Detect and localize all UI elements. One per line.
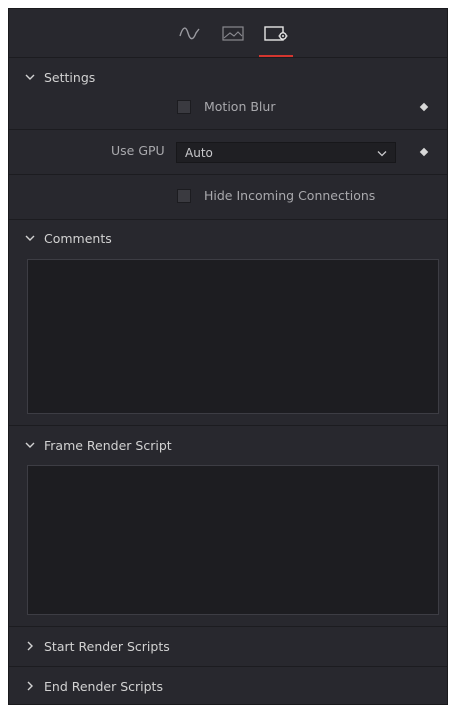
use-gpu-value: Auto bbox=[185, 145, 213, 160]
chevron-down-icon bbox=[24, 234, 36, 242]
divider bbox=[9, 425, 447, 426]
chevron-down-icon bbox=[24, 441, 36, 449]
start-render-scripts-section-header[interactable]: Start Render Scripts bbox=[9, 627, 447, 665]
motion-blur-keyframe-icon[interactable] bbox=[419, 102, 429, 112]
tab-curves[interactable] bbox=[176, 21, 204, 47]
inspector-panel: Settings Motion Blur Use GPU Auto Hide I… bbox=[8, 8, 448, 705]
comments-section-header[interactable]: Comments bbox=[9, 220, 447, 256]
end-render-scripts-section-header[interactable]: End Render Scripts bbox=[9, 667, 447, 705]
comments-section-title: Comments bbox=[44, 230, 112, 246]
use-gpu-keyframe-icon[interactable] bbox=[419, 147, 429, 157]
use-gpu-row: Use GPU Auto bbox=[9, 130, 447, 174]
active-tab-indicator bbox=[259, 55, 293, 57]
frame-render-script-textarea[interactable] bbox=[27, 465, 439, 615]
motion-blur-row: Motion Blur bbox=[9, 88, 447, 132]
frame-render-script-section-header[interactable]: Frame Render Script bbox=[9, 427, 447, 463]
hide-incoming-label: Hide Incoming Connections bbox=[204, 188, 376, 203]
hide-incoming-row: Hide Incoming Connections bbox=[9, 175, 447, 219]
chevron-right-icon bbox=[24, 641, 36, 651]
start-render-scripts-title: Start Render Scripts bbox=[44, 638, 170, 654]
tab-image[interactable] bbox=[219, 21, 247, 47]
chevron-down-icon bbox=[377, 146, 387, 160]
use-gpu-label: Use GPU bbox=[111, 143, 165, 158]
end-render-scripts-title: End Render Scripts bbox=[44, 678, 163, 694]
settings-section-title: Settings bbox=[44, 69, 96, 85]
chevron-right-icon bbox=[24, 681, 36, 691]
image-icon bbox=[221, 24, 245, 45]
hide-incoming-checkbox[interactable] bbox=[177, 189, 191, 203]
settings-icon bbox=[263, 24, 289, 45]
comments-textarea[interactable] bbox=[27, 259, 439, 414]
frame-render-script-section-title: Frame Render Script bbox=[44, 437, 172, 453]
tab-settings[interactable] bbox=[262, 21, 290, 47]
motion-blur-label: Motion Blur bbox=[204, 99, 276, 114]
tab-bar bbox=[9, 9, 447, 58]
motion-blur-checkbox[interactable] bbox=[177, 100, 191, 114]
use-gpu-select[interactable]: Auto bbox=[176, 142, 396, 163]
chevron-down-icon bbox=[24, 73, 36, 81]
curve-icon bbox=[178, 24, 202, 45]
